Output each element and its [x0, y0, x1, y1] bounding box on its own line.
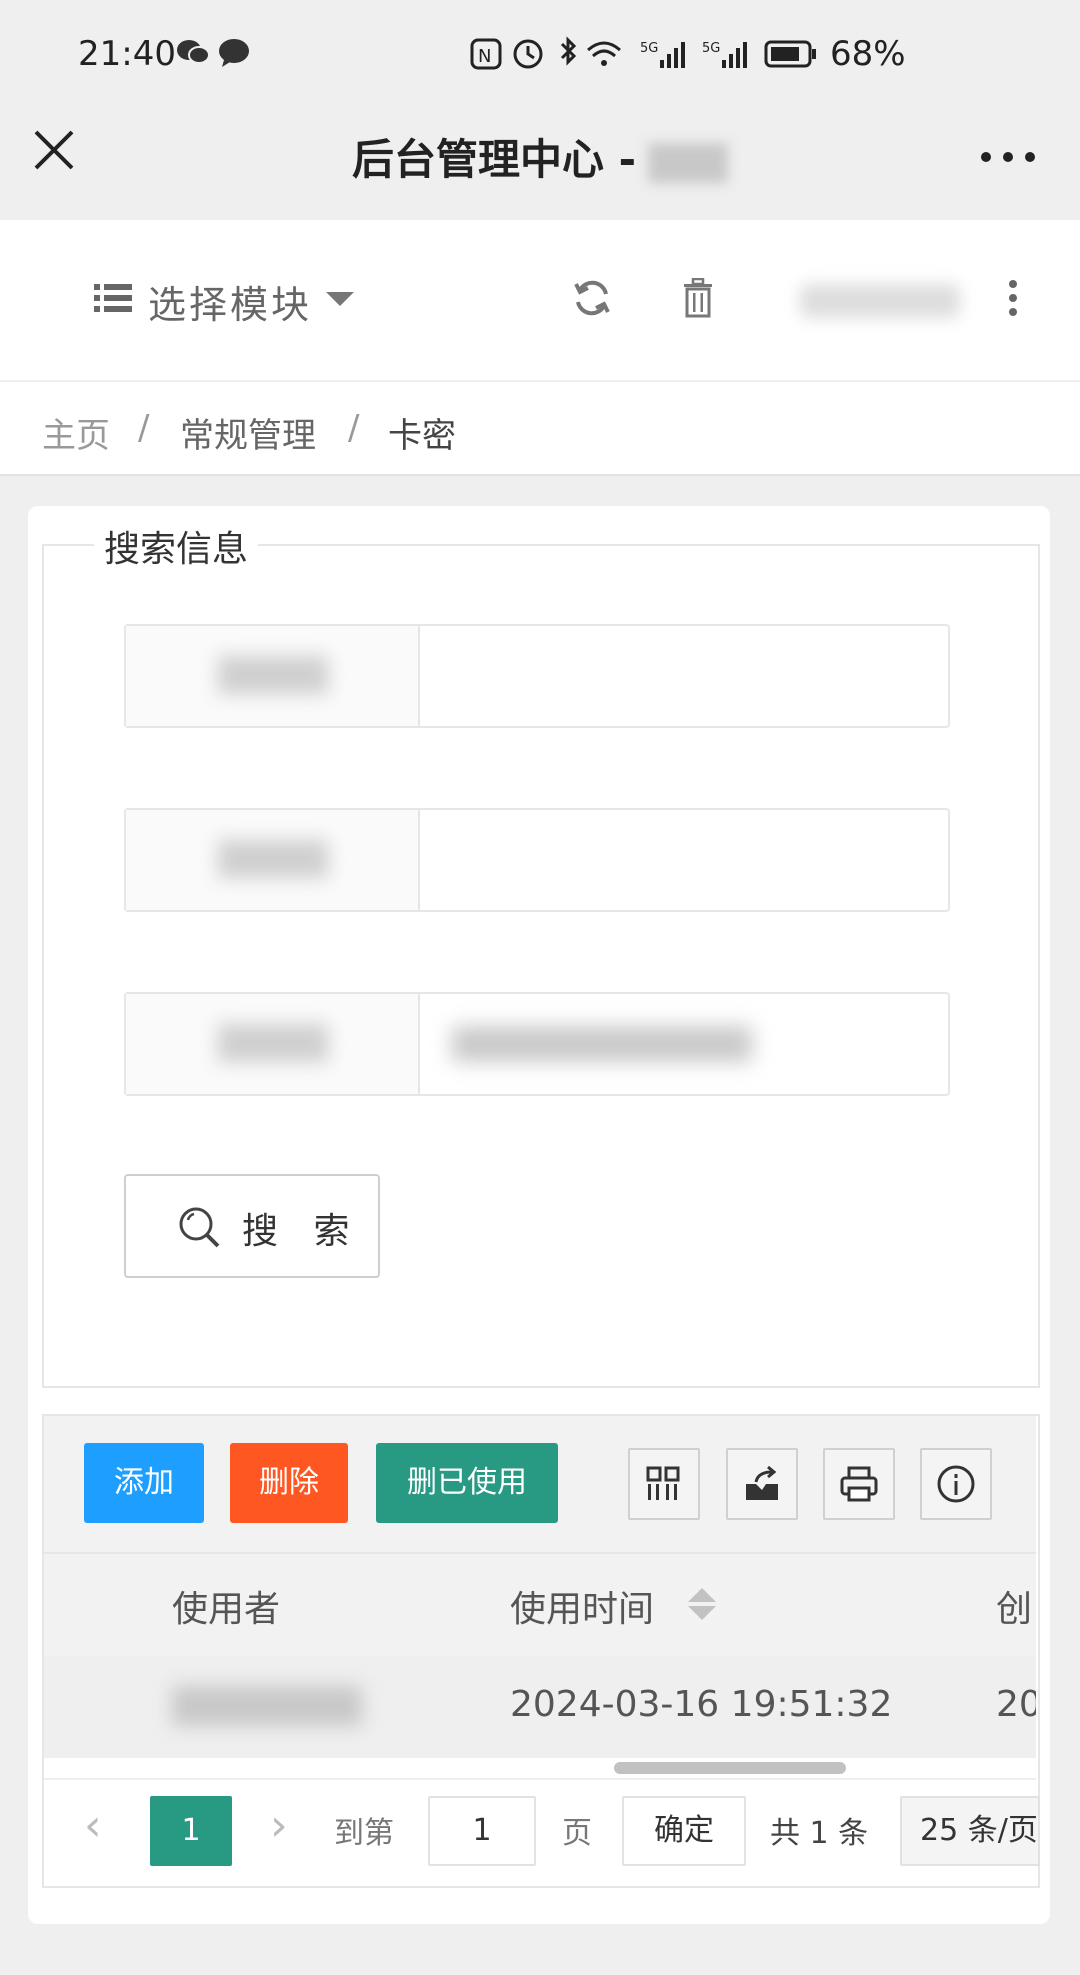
- created-time-cell: 20: [996, 1684, 1036, 1725]
- wechat-icon: [176, 38, 210, 66]
- next-page-icon[interactable]: ›: [270, 1800, 288, 1851]
- uid-input[interactable]: [422, 626, 942, 726]
- goto-prefix: 到第: [334, 1816, 394, 1851]
- column-header-used-time[interactable]: 使用时间: [510, 1580, 654, 1632]
- search-icon: [178, 1206, 222, 1250]
- page-title-text: 后台管理中心 -: [351, 135, 637, 184]
- search-field-card: [124, 992, 950, 1096]
- svg-text:5G: 5G: [640, 41, 658, 56]
- delete-button[interactable]: 删除: [230, 1443, 348, 1523]
- redacted-title-suffix: [648, 142, 729, 183]
- search-field-user: [124, 808, 950, 912]
- confirm-page-button[interactable]: 确定: [622, 1796, 746, 1866]
- page-title: 后台管理中心 -: [0, 126, 1080, 187]
- export-icon[interactable]: [726, 1448, 798, 1520]
- svg-text:N: N: [478, 46, 491, 67]
- info-icon[interactable]: [920, 1448, 992, 1520]
- horizontal-scrollbar[interactable]: [614, 1762, 846, 1774]
- field-label-redacted: [126, 994, 420, 1094]
- print-icon[interactable]: [823, 1448, 895, 1520]
- search-field-uid: [124, 624, 950, 728]
- sort-ascending-icon[interactable]: [688, 1588, 716, 1602]
- goto-page-input[interactable]: 1: [428, 1796, 536, 1866]
- user-input[interactable]: [422, 810, 942, 910]
- card-input[interactable]: [422, 994, 942, 1094]
- goto-suffix: 页: [562, 1816, 592, 1851]
- breadcrumb-current: 卡密: [388, 416, 456, 456]
- breadcrumb-general[interactable]: 常规管理: [180, 408, 316, 457]
- refresh-icon[interactable]: [572, 278, 612, 318]
- field-label-redacted: [126, 626, 420, 726]
- column-header-created: 创: [996, 1589, 1033, 1630]
- column-header-user: 使用者: [172, 1589, 281, 1630]
- redacted-input-value: [452, 1026, 752, 1062]
- chevron-down-icon[interactable]: [326, 292, 354, 306]
- status-icons: N 5G 5G: [470, 36, 890, 72]
- current-page[interactable]: 1: [150, 1796, 232, 1866]
- prev-page-icon[interactable]: ‹: [84, 1800, 102, 1851]
- breadcrumb: [0, 382, 1080, 476]
- redacted-user-cell: [172, 1686, 362, 1726]
- search-legend: 搜索信息: [94, 520, 259, 572]
- page-size-select[interactable]: 25 条/页: [900, 1796, 1040, 1866]
- columns-filter-icon[interactable]: [628, 1448, 700, 1520]
- more-options-icon[interactable]: [980, 148, 1036, 162]
- total-count: 共 1 条: [770, 1816, 869, 1851]
- battery-percent: 68%: [830, 34, 906, 74]
- list-icon[interactable]: [94, 282, 132, 314]
- breadcrumb-separator: /: [348, 408, 360, 448]
- field-label-redacted: [126, 810, 420, 910]
- status-time: 21:40: [78, 34, 176, 74]
- search-button[interactable]: 搜 索: [124, 1174, 380, 1278]
- message-icon: [218, 38, 250, 68]
- user-menu-redacted[interactable]: [800, 284, 960, 318]
- sort-descending-icon[interactable]: [688, 1606, 716, 1620]
- breadcrumb-separator: /: [138, 408, 150, 448]
- add-button[interactable]: 添加: [84, 1443, 204, 1523]
- breadcrumb-home[interactable]: 主页: [42, 408, 110, 457]
- delete-used-button[interactable]: 删已使用: [376, 1443, 558, 1523]
- vertical-more-icon[interactable]: [1006, 280, 1020, 320]
- used-time-cell: 2024-03-16 19:51:32: [510, 1684, 893, 1725]
- trash-icon[interactable]: [682, 277, 714, 318]
- search-button-label: 搜 索: [242, 1211, 362, 1252]
- module-selector[interactable]: 选择模块: [148, 274, 312, 329]
- svg-text:5G: 5G: [702, 41, 720, 56]
